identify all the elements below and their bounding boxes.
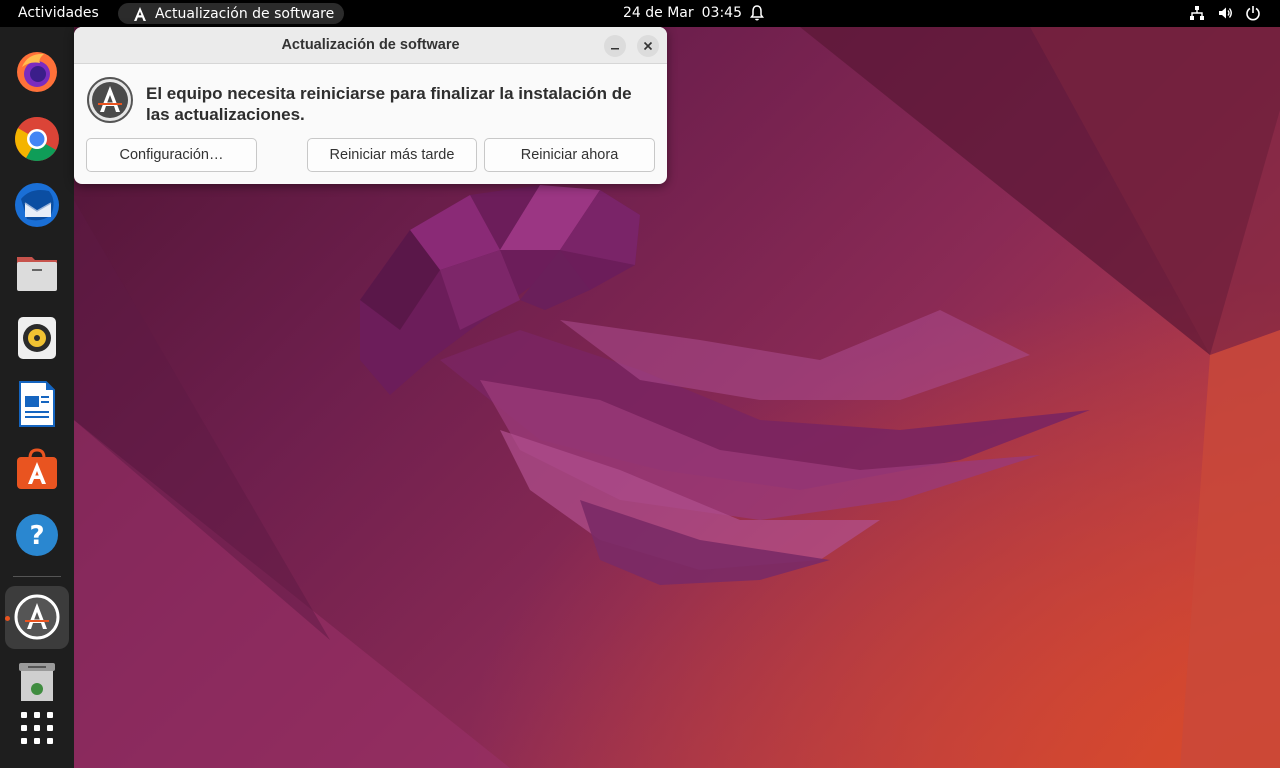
files-icon [17,257,57,291]
minimize-button[interactable] [604,35,626,57]
dock-item-rhythmbox[interactable] [11,312,63,364]
help-icon: ? [16,514,58,556]
clock-date: 24 de Mar [623,5,694,21]
clock-time: 03:45 [701,5,742,21]
software-updater-icon [134,6,146,21]
minimize-icon [611,48,619,50]
system-tray[interactable] [1189,5,1261,21]
dock-item-trash[interactable] [11,655,63,707]
chrome-icon [15,117,59,161]
clock[interactable]: 24 de Mar 03:45 [623,5,742,21]
dock-item-writer[interactable] [11,378,63,430]
dock-item-help[interactable]: ? [11,509,63,561]
dialog-message: El equipo necesita reiniciarse para fina… [146,84,632,124]
top-bar: Actividades Actualización de software 24… [0,0,1280,27]
firefox-icon [17,52,57,92]
volume-icon [1219,7,1232,19]
trash-icon [19,663,55,701]
notification-bell-icon[interactable] [749,4,765,22]
dock-separator [13,576,61,577]
settings-button[interactable]: Configuración… [86,138,257,172]
software-updater-icon [87,77,133,123]
app-menu[interactable]: Actualización de software [118,3,344,24]
show-apps-icon [21,712,53,744]
activities-button[interactable]: Actividades [18,5,99,21]
dock-item-software-updater[interactable] [11,591,63,643]
ubuntu-software-icon [17,448,57,489]
network-icon [1190,6,1204,20]
dialog-titlebar[interactable]: Actualización de software [74,27,667,64]
dock-item-show-apps[interactable] [11,702,63,754]
dock-item-thunderbird[interactable] [11,179,63,231]
rhythmbox-icon [18,317,56,359]
running-indicator [5,616,10,621]
close-icon [643,41,653,51]
dock-item-firefox[interactable] [11,46,63,98]
dock-item-ubuntu-software[interactable] [11,443,63,495]
software-update-dialog: Actualización de software El equipo nece… [74,27,667,184]
dock-item-files[interactable] [11,246,63,298]
restart-later-button[interactable]: Reiniciar más tarde [307,138,477,172]
thunderbird-icon [15,183,59,227]
dock: ? [0,27,74,768]
software-updater-icon [14,594,60,640]
svg-text:?: ? [29,521,44,551]
libreoffice-writer-icon [19,381,55,427]
restart-now-button[interactable]: Reiniciar ahora [484,138,655,172]
power-icon [1246,6,1260,21]
close-button[interactable] [637,35,659,57]
dialog-title: Actualización de software [281,37,460,53]
dock-item-chrome[interactable] [11,113,63,165]
app-menu-label: Actualización de software [155,5,335,22]
